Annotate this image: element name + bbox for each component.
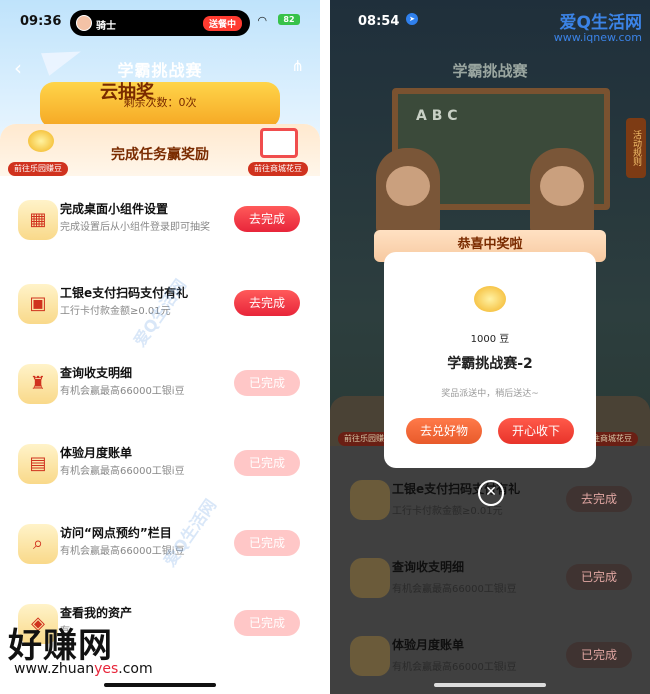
task-subtitle: 有机会赢最高66000工银i豆	[392, 584, 517, 595]
site-url: www.iqnew.com	[553, 31, 642, 44]
site-logo: 爱Q生活网 www.iqnew.com	[554, 8, 642, 44]
goto-park-link[interactable]: 前往乐园赚豆	[8, 162, 68, 176]
location-icon: ➤	[406, 13, 418, 25]
task-item: 查询收支明细 有机会赢最高66000工银i豆 已完成	[330, 558, 650, 618]
task-done-button[interactable]: 已完成	[234, 370, 300, 396]
page-title: 学霸挑战赛	[452, 62, 528, 80]
live-activity-pill: 送餐中	[202, 16, 242, 31]
task-subtitle: 完成设置后从小组件登录即可抽奖	[60, 222, 210, 233]
task-card-header: 完成任务赢奖励 前往乐园赚豆 前往商城花豆	[0, 124, 320, 176]
task-item: ▦ 完成桌面小组件设置 完成设置后从小组件登录即可抽奖 去完成	[0, 200, 320, 270]
task-subtitle: 有机会赢最高66000工银i豆	[60, 546, 185, 557]
status-time: 08:54	[358, 14, 400, 29]
divider	[320, 0, 330, 694]
task-done-button[interactable]: 已完成	[566, 564, 632, 590]
bean-prize-icon	[474, 286, 506, 312]
task-go-button[interactable]: 去完成	[566, 486, 632, 512]
activity-rules-badge[interactable]: 活动规则	[626, 118, 646, 178]
status-bar: 09:36 骑士 送餐中 ◠ 82	[0, 0, 320, 40]
left-phone-screen: 09:36 骑士 送餐中 ◠ 82 ‹ 学霸挑战赛 ⋔ 云抽奖 剩余次数：0次 …	[0, 0, 320, 694]
island-user-name: 骑士	[96, 21, 116, 32]
task-card: 完成任务赢奖励 前往乐园赚豆 前往商城花豆 ▦ 完成桌面小组件设置 完成设置后从…	[0, 124, 320, 694]
home-indicator[interactable]	[434, 683, 546, 687]
task-title: 查询收支明细	[392, 560, 465, 574]
remaining-count: 剩余次数：0次	[123, 96, 197, 109]
task-item: ♜ 查询收支明细 有机会赢最高66000工银i豆 已完成	[0, 364, 320, 434]
task-title: 体验月度账单	[392, 638, 465, 652]
brand-watermark-url: www.zhuanyes.com	[14, 661, 153, 677]
bill-icon	[350, 636, 390, 676]
share-icon[interactable]: ⋔	[291, 57, 304, 75]
bill-icon: ▤	[18, 444, 58, 484]
task-card-title: 完成任务赢奖励	[111, 147, 209, 163]
task-subtitle: 有机会赢最高66000工银i豆	[60, 466, 185, 477]
prize-note: 奖品派送中，稍后送达~	[441, 389, 539, 399]
task-go-button[interactable]: 去完成	[234, 206, 300, 232]
task-subtitle: 有机会赢最高66000工银i豆	[60, 386, 185, 397]
task-title: 完成桌面小组件设置	[60, 202, 169, 216]
page-title: 学霸挑战赛	[117, 61, 203, 80]
stamp-icon: ♜	[18, 364, 58, 404]
board-text: A B C	[416, 108, 458, 124]
payment-icon	[350, 480, 390, 520]
redeem-button[interactable]: 去兑好物	[406, 418, 482, 444]
task-go-button[interactable]: 去完成	[234, 290, 300, 316]
task-title: 查询收支明细	[60, 366, 133, 380]
goto-mall-link[interactable]: 前往商城花豆	[248, 162, 308, 176]
payment-icon: ▣	[18, 284, 58, 324]
dynamic-island[interactable]: 骑士 送餐中	[70, 10, 250, 36]
accept-button[interactable]: 开心收下	[498, 418, 574, 444]
task-title: 体验月度账单	[60, 446, 133, 460]
site-brand: 爱Q生活网	[559, 13, 642, 33]
wifi-icon: ◠	[258, 14, 267, 27]
status-time: 09:36	[20, 14, 62, 29]
home-indicator[interactable]	[104, 683, 216, 687]
task-item: ▤ 体验月度账单 有机会赢最高66000工银i豆 已完成	[0, 444, 320, 514]
boy-illustration	[376, 148, 440, 238]
close-icon[interactable]: ✕	[478, 480, 504, 506]
right-phone-screen: 08:54 ➤ 爱Q生活网 www.iqnew.com 学霸挑战赛 A B C …	[330, 0, 650, 694]
nav-bar: ‹ 学霸挑战赛 ⋔	[0, 52, 320, 82]
task-done-button[interactable]: 已完成	[566, 642, 632, 668]
stamp-icon	[350, 558, 390, 598]
task-title: 访问“网点预约”栏目	[60, 526, 172, 540]
avatar	[76, 15, 92, 31]
task-subtitle: 有机会赢最高66000工银i豆	[392, 662, 517, 673]
widget-icon: ▦	[18, 200, 58, 240]
task-done-button[interactable]: 已完成	[234, 610, 300, 636]
task-done-button[interactable]: 已完成	[234, 450, 300, 476]
magnifier-icon: ⌕	[18, 524, 58, 564]
battery-icon: 82	[278, 14, 300, 25]
brand-watermark: 好赚网	[8, 626, 113, 666]
task-done-button[interactable]: 已完成	[234, 530, 300, 556]
prize-modal: 1000 豆 学霸挑战赛-2 奖品派送中，稍后送达~ 去兑好物 开心收下	[384, 252, 596, 468]
lottery-banner[interactable]: 云抽奖 剩余次数：0次	[40, 82, 280, 128]
prize-name: 学霸挑战赛-2	[447, 356, 533, 372]
girl-illustration	[530, 148, 594, 238]
prize-amount: 1000 豆	[470, 334, 510, 345]
